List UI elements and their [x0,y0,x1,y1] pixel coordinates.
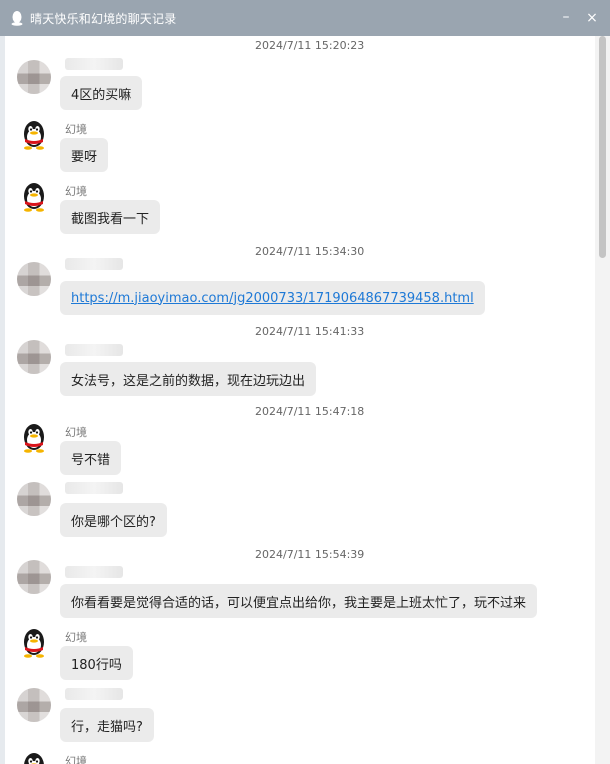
sender-name: 幻境 [65,123,87,136]
qq-penguin-icon [10,9,24,27]
sender-name-blurred [65,482,123,494]
message-bubble: https://m.jiaoyimao.com/jg2000733/171906… [60,281,485,315]
avatar-blurred [17,688,51,722]
title-bar: 晴天快乐和幻境的聊天记录 – × [0,0,610,36]
sender-name-blurred [65,688,123,700]
timestamp: 2024/7/11 15:41:33 [255,325,365,338]
message-bubble: 要呀 [60,138,109,172]
message-bubble: 截图我看一下 [60,200,161,234]
message-bubble: 180行吗 [60,646,133,680]
sender-name-blurred [65,258,123,270]
message-bubble: 号不错 [60,441,122,475]
avatar-blurred [17,482,51,516]
message-bubble: 你是哪个区的? [60,503,167,537]
timestamp: 2024/7/11 15:20:23 [255,39,365,52]
sender-name-blurred [65,344,123,356]
chat-history: 2024/7/11 15:20:23 4区的买嘛 幻境 要呀 幻境 截图我看一下… [5,36,595,764]
message-bubble: 你看看要是觉得合适的话，可以便宜点出给你，我主要是上班太忙了，玩不过来 [60,584,538,618]
scrollbar[interactable] [595,36,610,764]
avatar-blurred [17,60,51,94]
message-bubble: 女法号，这是之前的数据，现在边玩边出 [60,362,317,396]
scrollbar-thumb[interactable] [599,36,606,258]
qq-penguin-avatar-icon [17,750,51,764]
qq-penguin-avatar-icon [17,626,51,660]
avatar-blurred [17,340,51,374]
message-link[interactable]: https://m.jiaoyimao.com/jg2000733/171906… [71,291,474,306]
sender-name: 幻境 [65,631,87,644]
message-bubble: 行，走猫吗? [60,708,154,742]
timestamp: 2024/7/11 15:54:39 [255,548,365,561]
qq-penguin-avatar-icon [17,421,51,455]
qq-penguin-avatar-icon [17,118,51,152]
close-button[interactable]: × [582,8,602,28]
minimize-button[interactable]: – [556,7,576,27]
avatar-blurred [17,262,51,296]
timestamp: 2024/7/11 15:34:30 [255,245,365,258]
timestamp: 2024/7/11 15:47:18 [255,405,365,418]
window-title: 晴天快乐和幻境的聊天记录 [30,11,177,26]
sender-name-blurred [65,58,123,70]
qq-penguin-avatar-icon [17,180,51,214]
avatar-blurred [17,560,51,594]
message-bubble: 4区的买嘛 [60,76,143,110]
sender-name-blurred [65,566,123,578]
sender-name: 幻境 [65,426,87,439]
sender-name: 幻境 [65,185,87,198]
sender-name: 幻境 [65,755,87,764]
